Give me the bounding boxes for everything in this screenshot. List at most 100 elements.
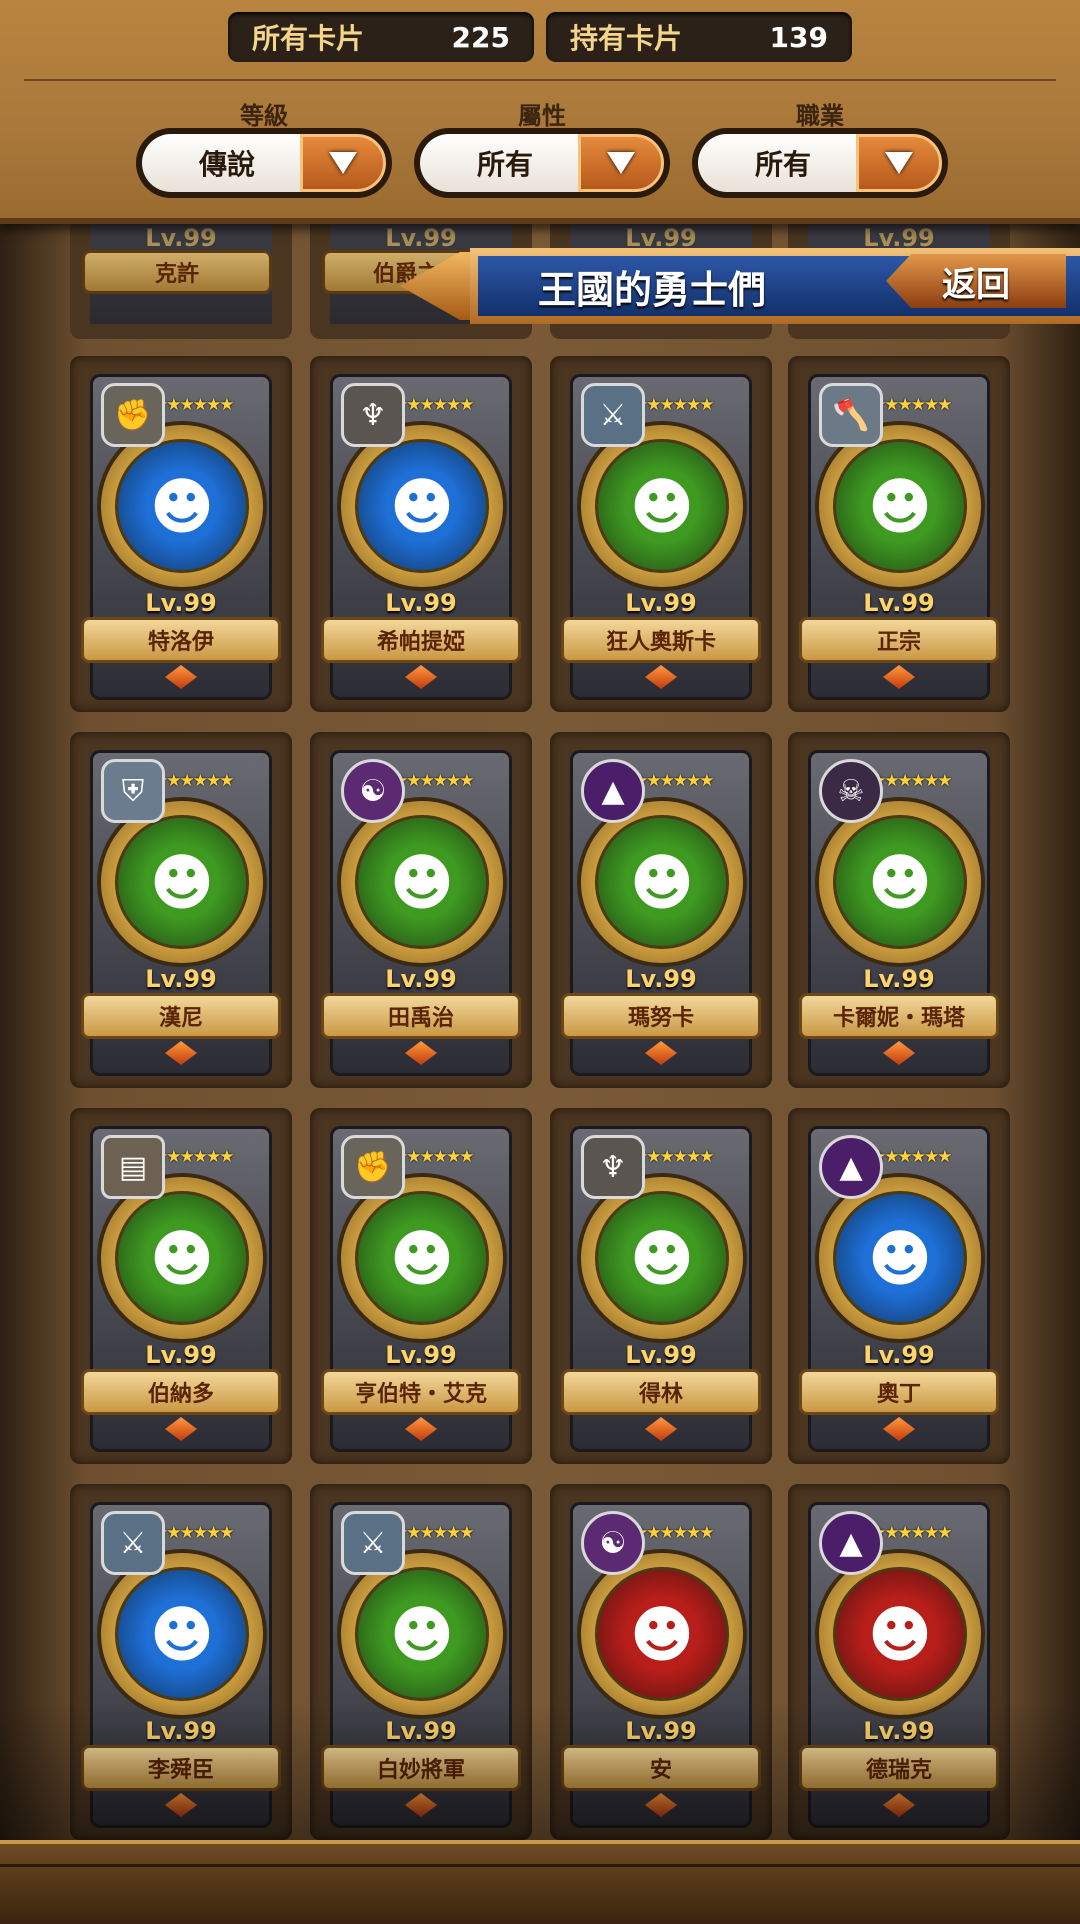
hero-portrait: ☻ bbox=[115, 1191, 249, 1325]
hero-card[interactable]: ⛨ ★★★★★★ ☻ Lv.99 漢尼 bbox=[81, 750, 281, 1076]
star-rating: ★★★★★★ bbox=[871, 771, 952, 791]
portrait-ring: ☻ bbox=[101, 425, 263, 587]
hero-card-slot[interactable]: 🪓 ★★★★★★ ☻ Lv.99 正宗 bbox=[788, 356, 1010, 712]
card-name: 田禹治 bbox=[321, 993, 521, 1039]
hero-card-slot[interactable]: ⚔ ★★★★★★ ☻ Lv.99 狂人奧斯卡 bbox=[550, 356, 772, 712]
gem-icon bbox=[405, 1793, 437, 1817]
card-name: 卡爾妮・瑪塔 bbox=[799, 993, 999, 1039]
hero-card[interactable]: ♆ ★★★★★★ ☻ Lv.99 得林 bbox=[561, 1126, 761, 1452]
hero-card[interactable]: ⚔ ★★★★★★ ☻ Lv.99 白妙將軍 bbox=[321, 1502, 521, 1828]
hero-portrait: ☻ bbox=[355, 1567, 489, 1701]
wings-icon: ♆ bbox=[341, 383, 405, 447]
gem-icon bbox=[405, 665, 437, 689]
hero-card[interactable]: ▤ ★★★★★★ ☻ Lv.99 伯納多 bbox=[81, 1126, 281, 1452]
hero-card[interactable]: 🪓 ★★★★★★ ☻ Lv.99 正宗 bbox=[799, 374, 999, 700]
portrait-ring: ☻ bbox=[101, 1553, 263, 1715]
attribute-filter-toggle[interactable] bbox=[578, 134, 664, 192]
card-name: 得林 bbox=[561, 1369, 761, 1415]
attribute-filter-dropdown[interactable]: 所有 bbox=[414, 128, 670, 198]
attribute-filter-value[interactable]: 所有 bbox=[420, 134, 590, 192]
hero-card-slot[interactable]: ☠ ★★★★★★ ☻ Lv.99 卡爾妮・瑪塔 bbox=[788, 732, 1010, 1088]
hero-card[interactable]: ▲ ★★★★★★ ☻ Lv.99 瑪努卡 bbox=[561, 750, 761, 1076]
card-level: Lv.99 bbox=[385, 965, 457, 993]
class-filter-toggle[interactable] bbox=[856, 134, 942, 192]
hero-portrait: ☻ bbox=[833, 439, 967, 573]
star-rating: ★★★★★★ bbox=[393, 771, 474, 791]
axe-icon: 🪓 bbox=[819, 383, 883, 447]
card-level: Lv.99 bbox=[863, 589, 935, 617]
grade-filter-value[interactable]: 傳說 bbox=[142, 134, 312, 192]
portrait-ring: ☻ bbox=[341, 1553, 503, 1715]
hero-card-slot[interactable]: ☯ ★★★★★★ ☻ Lv.99 田禹治 bbox=[310, 732, 532, 1088]
card-grid[interactable]: Lv.99 克許 Lv.99 伯爵之女 Lv.99 Lv.99 ✊ ★★★★★★ ☻… bbox=[0, 224, 1080, 1840]
portrait-ring: ☻ bbox=[341, 425, 503, 587]
hero-card[interactable]: ⚔ ★★★★★★ ☻ Lv.99 李舜臣 bbox=[81, 1502, 281, 1828]
hero-card-slot[interactable]: ⚔ ★★★★★★ ☻ Lv.99 白妙將軍 bbox=[310, 1484, 532, 1840]
owned-cards-label: 持有卡片 bbox=[570, 22, 683, 55]
footer-bar bbox=[0, 1840, 1080, 1924]
fist-icon: ✊ bbox=[341, 1135, 405, 1199]
gem-icon bbox=[883, 665, 915, 689]
filter-header: 所有卡片 225 持有卡片 139 等級 傳說 屬性 所有 職業 所有 bbox=[0, 0, 1080, 224]
card-name: 奧丁 bbox=[799, 1369, 999, 1415]
card-name: 希帕提婭 bbox=[321, 617, 521, 663]
portrait-ring: ☻ bbox=[341, 801, 503, 963]
star-rating: ★★★★★★ bbox=[153, 1147, 234, 1167]
portrait-ring: ☻ bbox=[581, 425, 743, 587]
hero-card-slot[interactable]: ⛨ ★★★★★★ ☻ Lv.99 漢尼 bbox=[70, 732, 292, 1088]
hero-card[interactable]: ▲ ★★★★★★ ☻ Lv.99 奧丁 bbox=[799, 1126, 999, 1452]
card-level: Lv.99 bbox=[145, 1717, 217, 1745]
card-frame: Lv.99 克許 bbox=[82, 224, 272, 324]
back-button[interactable]: 返回 bbox=[886, 254, 1066, 308]
hero-card-slot[interactable]: ▲ ★★★★★★ ☻ Lv.99 奧丁 bbox=[788, 1108, 1010, 1464]
hero-card[interactable]: ♆ ★★★★★★ ☻ Lv.99 希帕提婭 bbox=[321, 374, 521, 700]
hero-card[interactable]: ✊ ★★★★★★ ☻ Lv.99 亨伯特・艾克 bbox=[321, 1126, 521, 1452]
hero-card[interactable]: ☯ ★★★★★★ ☻ Lv.99 安 bbox=[561, 1502, 761, 1828]
hero-card-slot[interactable]: ✊ ★★★★★★ ☻ Lv.99 特洛伊 bbox=[70, 356, 292, 712]
hero-card-slot[interactable]: ▲ ★★★★★★ ☻ Lv.99 德瑞克 bbox=[788, 1484, 1010, 1840]
card-name: 白妙將軍 bbox=[321, 1745, 521, 1791]
portrait-ring: ☻ bbox=[819, 1177, 981, 1339]
star-rating: ★★★★★★ bbox=[153, 771, 234, 791]
hero-card[interactable]: ⚔ ★★★★★★ ☻ Lv.99 狂人奧斯卡 bbox=[561, 374, 761, 700]
kingdom-warriors-banner: 王國的勇士們 返回 bbox=[400, 248, 1080, 324]
star-rating: ★★★★★★ bbox=[633, 395, 714, 415]
card-name: 正宗 bbox=[799, 617, 999, 663]
card-level: Lv.99 bbox=[625, 589, 697, 617]
card-name: 克許 bbox=[82, 250, 272, 294]
witch-hat-icon: ▲ bbox=[819, 1135, 883, 1199]
portrait-ring: ☻ bbox=[581, 801, 743, 963]
grade-filter-dropdown[interactable]: 傳說 bbox=[136, 128, 392, 198]
hero-portrait: ☻ bbox=[833, 815, 967, 949]
portrait-ring: ☻ bbox=[101, 1177, 263, 1339]
all-cards-count: 225 bbox=[451, 20, 510, 54]
hero-card[interactable]: ☠ ★★★★★★ ☻ Lv.99 卡爾妮・瑪塔 bbox=[799, 750, 999, 1076]
magic-swirl-icon: ☯ bbox=[581, 1511, 645, 1575]
gem-icon bbox=[883, 1793, 915, 1817]
class-filter-value[interactable]: 所有 bbox=[698, 134, 868, 192]
hero-card[interactable]: ▲ ★★★★★★ ☻ Lv.99 德瑞克 bbox=[799, 1502, 999, 1828]
hero-card-slot[interactable]: ☯ ★★★★★★ ☻ Lv.99 安 bbox=[550, 1484, 772, 1840]
hero-card-slot[interactable]: ▤ ★★★★★★ ☻ Lv.99 伯納多 bbox=[70, 1108, 292, 1464]
hero-card-slot[interactable]: ✊ ★★★★★★ ☻ Lv.99 亨伯特・艾克 bbox=[310, 1108, 532, 1464]
hero-card-slot[interactable]: ⚔ ★★★★★★ ☻ Lv.99 李舜臣 bbox=[70, 1484, 292, 1840]
hero-card-slot[interactable]: ♆ ★★★★★★ ☻ Lv.99 希帕提婭 bbox=[310, 356, 532, 712]
hero-card[interactable]: ☯ ★★★★★★ ☻ Lv.99 田禹治 bbox=[321, 750, 521, 1076]
grade-filter-toggle[interactable] bbox=[300, 134, 386, 192]
hero-portrait: ☻ bbox=[595, 815, 729, 949]
star-rating: ★★★★★★ bbox=[393, 1147, 474, 1167]
star-rating: ★★★★★★ bbox=[153, 1523, 234, 1543]
class-filter-dropdown[interactable]: 所有 bbox=[692, 128, 948, 198]
portrait-ring: ☻ bbox=[581, 1553, 743, 1715]
card-level: Lv.99 bbox=[145, 224, 217, 252]
card-level: Lv.99 bbox=[625, 965, 697, 993]
star-rating: ★★★★★★ bbox=[633, 1147, 714, 1167]
gem-icon bbox=[645, 1417, 677, 1441]
portrait-ring: ☻ bbox=[581, 1177, 743, 1339]
partial-card[interactable]: Lv.99 克許 bbox=[70, 224, 292, 339]
hero-card-slot[interactable]: ♆ ★★★★★★ ☻ Lv.99 得林 bbox=[550, 1108, 772, 1464]
hero-portrait: ☻ bbox=[115, 439, 249, 573]
hero-card-slot[interactable]: ▲ ★★★★★★ ☻ Lv.99 瑪努卡 bbox=[550, 732, 772, 1088]
star-rating: ★★★★★★ bbox=[393, 395, 474, 415]
hero-card[interactable]: ✊ ★★★★★★ ☻ Lv.99 特洛伊 bbox=[81, 374, 281, 700]
